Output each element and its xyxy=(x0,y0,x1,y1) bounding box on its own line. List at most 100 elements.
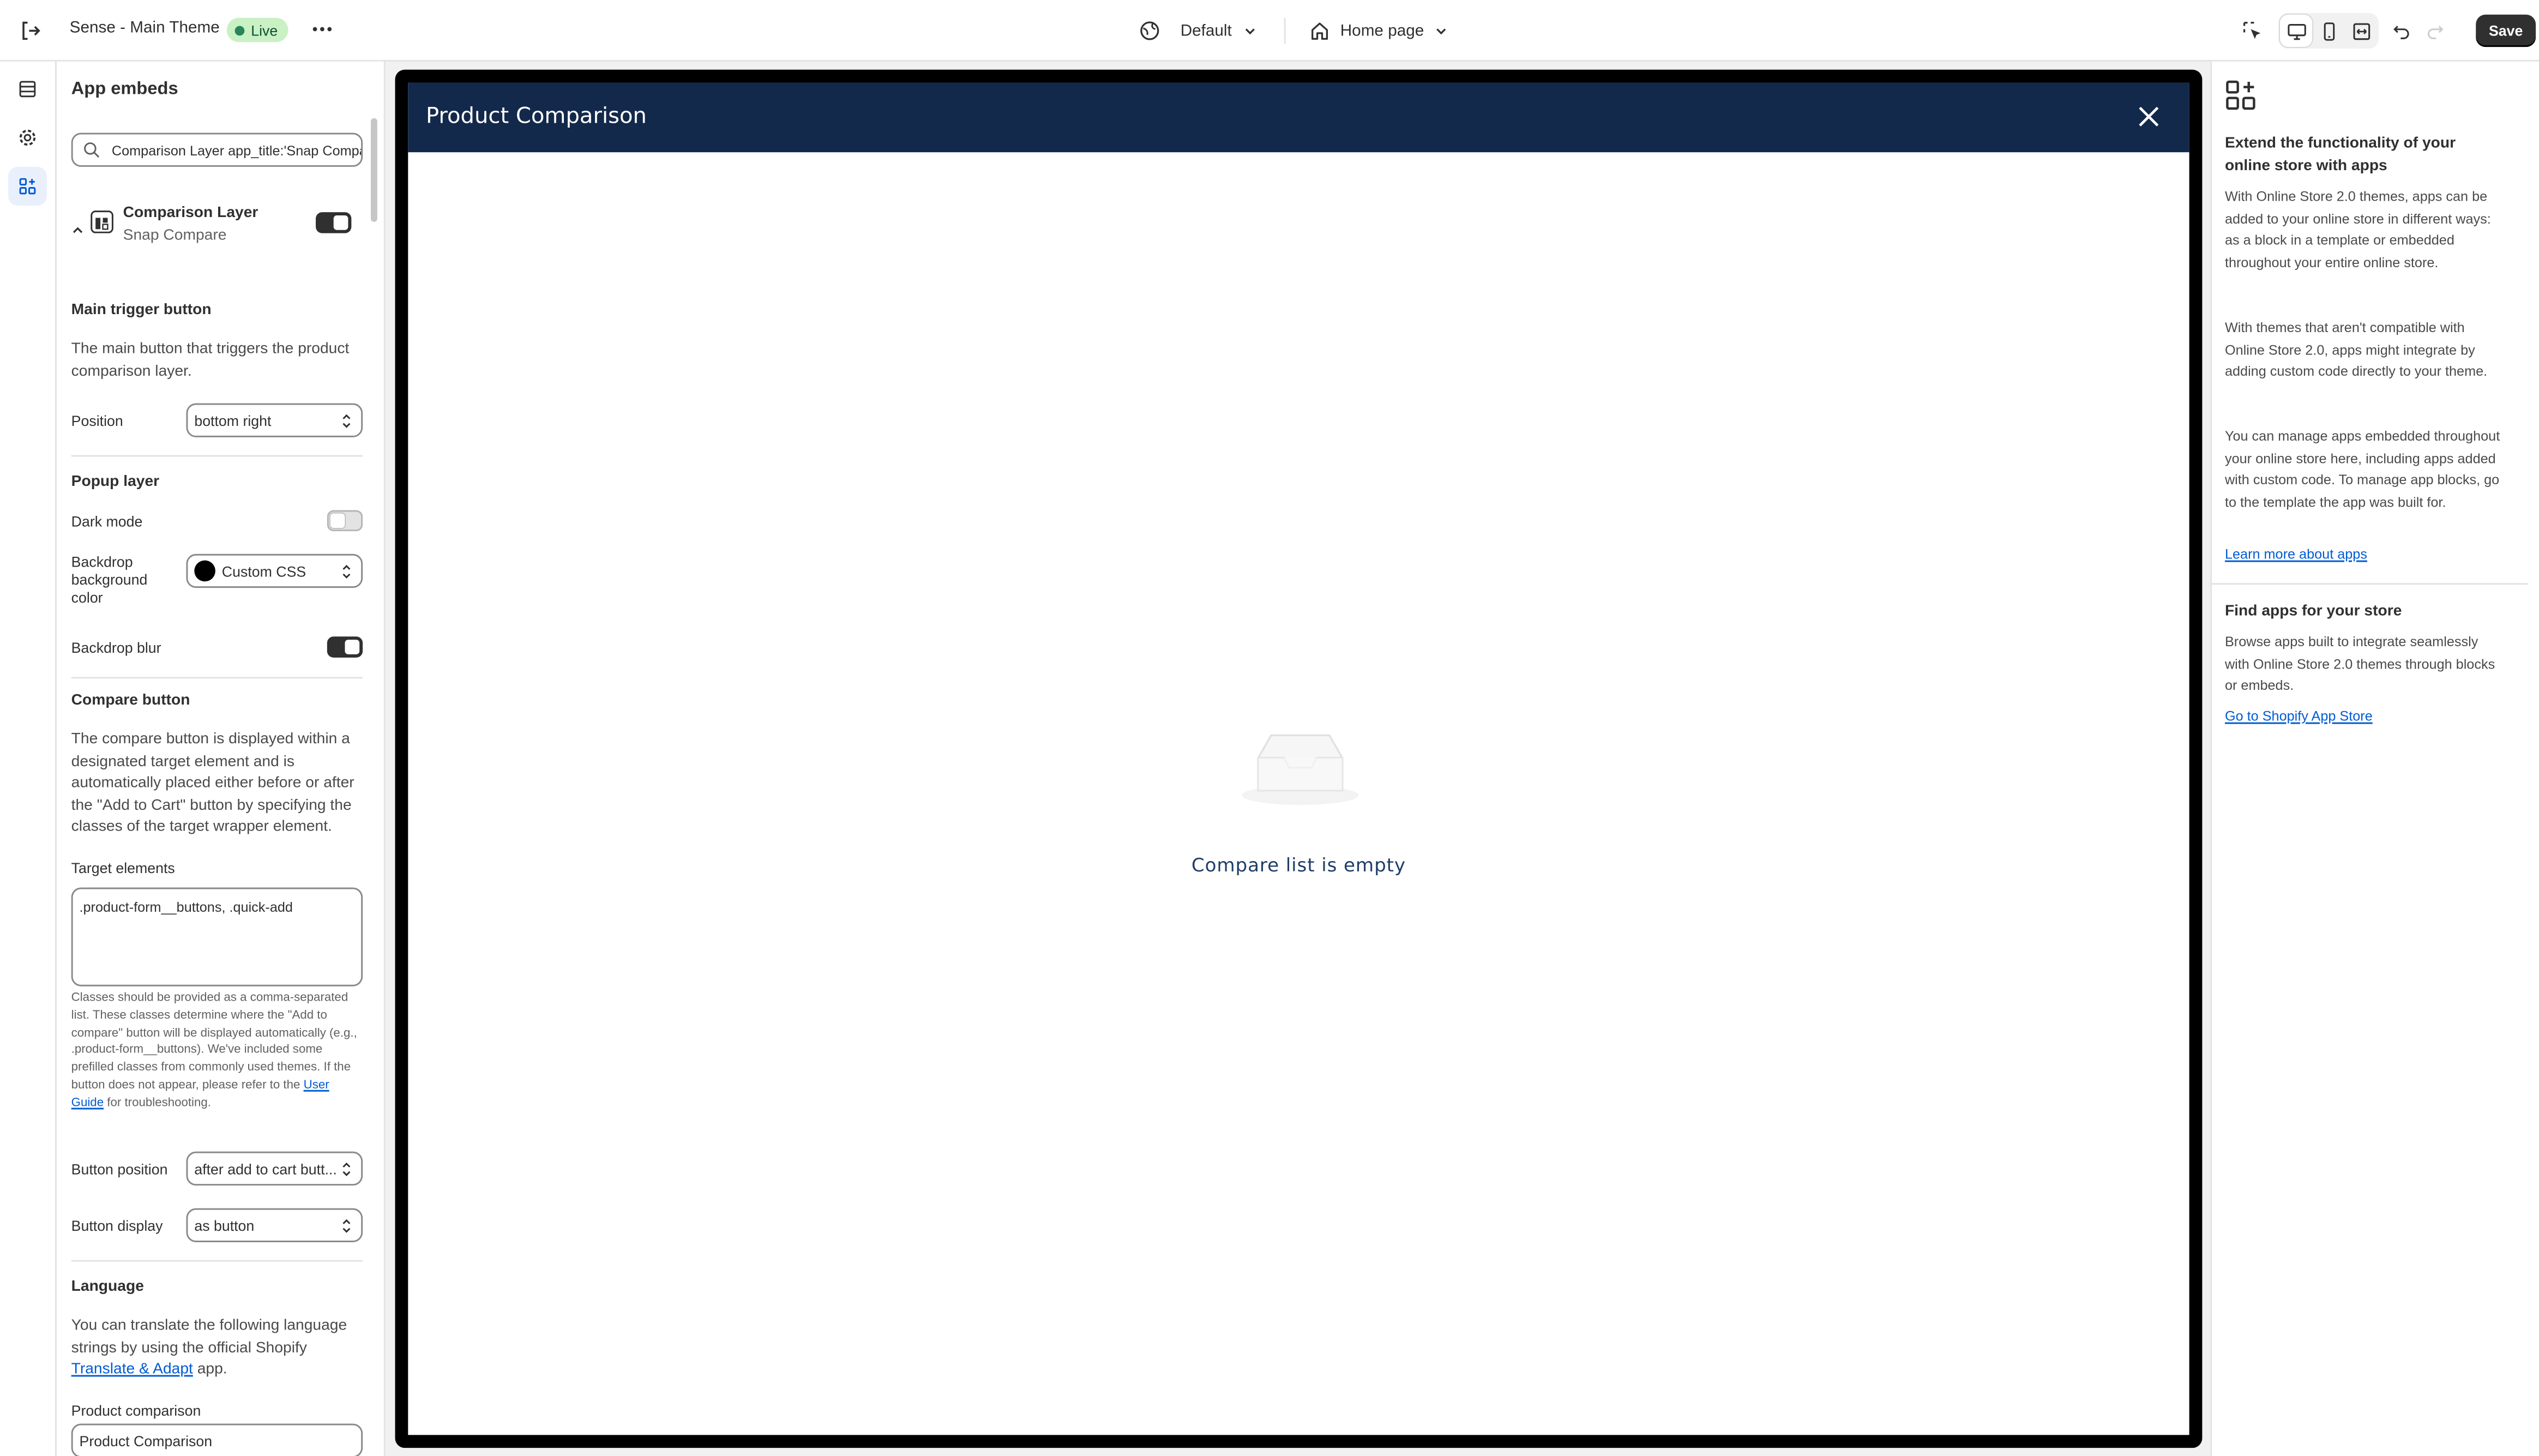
left-rail xyxy=(0,61,57,1456)
language-desc: You can translate the following language… xyxy=(71,1316,347,1357)
more-icon[interactable] xyxy=(309,16,335,43)
divider xyxy=(2212,583,2528,585)
section-description: The compare button is displayed within a… xyxy=(71,730,354,836)
select-value: as button xyxy=(194,1217,255,1234)
field-label: Button position xyxy=(71,1161,168,1178)
section-description: You can translate the following language… xyxy=(71,1315,363,1381)
save-button[interactable]: Save xyxy=(2476,14,2536,47)
chevron-up-icon[interactable] xyxy=(71,215,85,233)
undo-icon[interactable] xyxy=(2385,15,2417,47)
help-text: Classes should be provided as a comma-se… xyxy=(71,990,363,1112)
inspect-icon[interactable] xyxy=(2236,15,2269,47)
info-paragraph: Browse apps built to integrate seamlessl… xyxy=(2224,633,2495,694)
exit-icon[interactable] xyxy=(18,18,44,44)
device-switcher xyxy=(2278,13,2379,49)
select-value: Custom CSS xyxy=(221,563,306,579)
fullwidth-icon[interactable] xyxy=(2345,15,2377,47)
search-value: Comparison Layer app_title:'Snap Compare… xyxy=(111,141,363,158)
divider xyxy=(1283,17,1285,44)
app-store-link[interactable]: Go to Shopify App Store xyxy=(2225,708,2373,724)
toolbar-actions: Save xyxy=(2236,13,2536,49)
section-heading: Main trigger button xyxy=(71,301,212,320)
divider xyxy=(71,1260,363,1262)
search-input[interactable]: Comparison Layer app_title:'Snap Compare… xyxy=(71,133,363,167)
divider xyxy=(71,677,363,679)
theme-editor: Sense - Main Theme Live Default Home pag… xyxy=(0,0,2539,1456)
store-preview: Product Comparison Compare list is empty xyxy=(395,69,2203,1448)
preset-selector[interactable]: Default xyxy=(1181,22,1232,40)
theme-name: Sense - Main Theme xyxy=(69,19,220,38)
field-label: Position xyxy=(71,413,123,430)
backdrop-color-select[interactable]: Custom CSS xyxy=(186,553,363,588)
live-badge-label: Live xyxy=(251,22,278,38)
target-elements-textarea[interactable]: .product-form__buttons, .quick-add xyxy=(71,887,363,986)
button-display-select[interactable]: as button xyxy=(186,1208,363,1242)
select-arrows-icon xyxy=(340,413,353,429)
modal-header: Product Comparison xyxy=(408,82,2189,153)
page-dropdown[interactable]: Home page xyxy=(1340,22,1424,40)
redo-icon[interactable] xyxy=(2417,15,2450,47)
app-logo-icon xyxy=(91,210,113,233)
field-label: Target elements xyxy=(71,860,175,876)
section-heading: Language xyxy=(71,1278,144,1296)
search-icon xyxy=(82,141,100,159)
comparison-modal: Product Comparison Compare list is empty xyxy=(408,82,2189,1435)
chevron-down-icon xyxy=(1434,23,1450,39)
position-select[interactable]: bottom right xyxy=(186,403,363,437)
info-paragraph: You can manage apps embedded throughout … xyxy=(2224,428,2500,510)
apps-icon xyxy=(2225,80,2257,112)
close-icon[interactable] xyxy=(2136,104,2162,130)
section-description: The main button that triggers the produc… xyxy=(71,340,350,380)
field-label: Dark mode xyxy=(71,513,143,530)
language-suffix: app. xyxy=(197,1360,227,1379)
color-swatch xyxy=(194,560,215,582)
section-heading: Compare button xyxy=(71,691,190,709)
live-dot xyxy=(234,25,245,35)
scrollbar[interactable] xyxy=(370,118,377,222)
embed-toggle[interactable] xyxy=(316,212,352,233)
panel-title: App embeds xyxy=(71,79,178,99)
field-label: Backdrop blur xyxy=(71,640,161,656)
desktop-icon[interactable] xyxy=(2279,14,2313,47)
page-selector: Default Home page xyxy=(1138,16,1449,45)
select-value: bottom right xyxy=(194,412,272,429)
select-arrows-icon xyxy=(340,1218,353,1234)
modal-title: Product Comparison xyxy=(425,104,647,130)
section-heading: Popup layer xyxy=(71,473,160,491)
field-label: Backdrop background color xyxy=(71,553,148,606)
embed-item[interactable]: Comparison Layer Snap Compare xyxy=(71,201,363,252)
embed-app-name: Snap Compare xyxy=(123,226,227,245)
info-heading: Extend the functionality of your online … xyxy=(2224,134,2456,175)
mobile-icon[interactable] xyxy=(2312,15,2344,47)
home-icon xyxy=(1308,20,1331,43)
info-panel: Extend the functionality of your online … xyxy=(2210,61,2539,1456)
divider xyxy=(71,455,363,457)
chevron-down-icon xyxy=(1242,23,1258,39)
help-body: Classes should be provided as a comma-se… xyxy=(71,989,357,1092)
live-badge: Live xyxy=(226,17,288,43)
button-position-select[interactable]: after add to cart butt... xyxy=(186,1151,363,1186)
embed-name: Comparison Layer xyxy=(123,204,258,222)
app-embeds-panel: App embeds Comparison Layer app_title:'S… xyxy=(56,61,386,1456)
input-value: Product Comparison xyxy=(79,1432,213,1449)
info-paragraph: With Online Store 2.0 themes, apps can b… xyxy=(2224,188,2491,270)
help-suffix: for troubleshooting. xyxy=(107,1094,211,1109)
learn-more-link[interactable]: Learn more about apps xyxy=(2225,546,2367,562)
dark-mode-toggle[interactable] xyxy=(327,510,363,532)
globe-icon xyxy=(1138,20,1161,43)
app-embeds-icon[interactable] xyxy=(8,166,47,206)
field-label: Button display xyxy=(71,1218,163,1235)
inbox-icon xyxy=(1239,719,1362,810)
info-paragraph: With themes that aren't compatible with … xyxy=(2224,319,2488,379)
select-value: after add to cart butt... xyxy=(194,1160,337,1177)
product-comparison-input[interactable]: Product Comparison xyxy=(71,1423,363,1456)
translate-adapt-link[interactable]: Translate & Adapt xyxy=(71,1361,193,1379)
empty-state-text: Compare list is empty xyxy=(1191,853,1406,876)
field-label: Product comparison xyxy=(71,1403,201,1419)
select-arrows-icon xyxy=(340,564,353,580)
select-arrows-icon xyxy=(340,1161,353,1177)
settings-icon[interactable] xyxy=(8,118,47,157)
sections-icon[interactable] xyxy=(8,70,47,109)
backdrop-blur-toggle[interactable] xyxy=(327,636,363,658)
top-bar: Sense - Main Theme Live Default Home pag… xyxy=(0,0,2539,62)
